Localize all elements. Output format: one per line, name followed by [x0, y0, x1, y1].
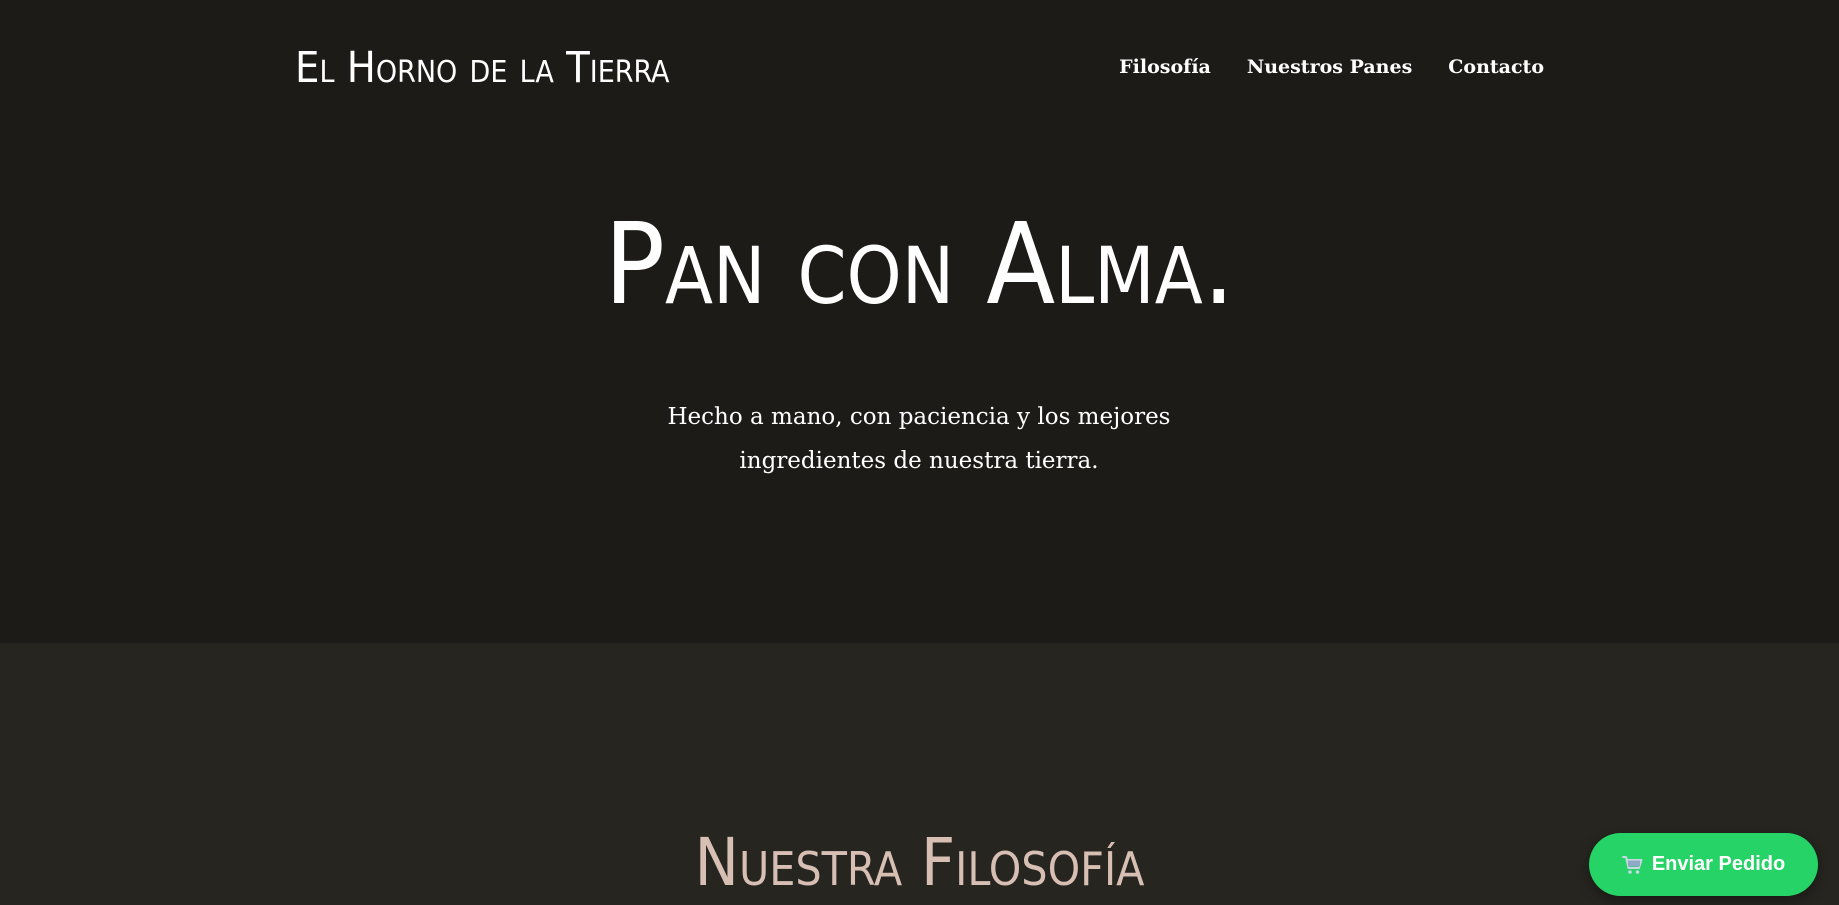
- nav-link-nuestros-panes[interactable]: Nuestros Panes: [1247, 52, 1412, 82]
- philosophy-section: Nuestra Filosofía: [0, 643, 1839, 905]
- nav-link-filosofia[interactable]: Filosofía: [1119, 52, 1211, 82]
- shopping-cart-icon: [1621, 855, 1644, 875]
- send-order-label: Enviar Pedido: [1651, 853, 1786, 875]
- hero-section: Pan con Alma. Hecho a mano, con pacienci…: [0, 140, 1839, 643]
- hero-subtitle: Hecho a mano, con paciencia y los mejore…: [667, 404, 1171, 474]
- philosophy-title: Nuestra Filosofía: [694, 824, 1145, 901]
- send-order-button[interactable]: Enviar Pedido: [1589, 833, 1818, 896]
- hero-title: Pan con Alma.: [604, 200, 1235, 330]
- site-header: El Horno de la Tierra Filosofía Nuestros…: [0, 0, 1839, 140]
- site-logo[interactable]: El Horno de la Tierra: [295, 40, 670, 96]
- nav-link-contacto[interactable]: Contacto: [1448, 52, 1544, 82]
- main-nav: Filosofía Nuestros Panes Contacto: [1119, 52, 1544, 82]
